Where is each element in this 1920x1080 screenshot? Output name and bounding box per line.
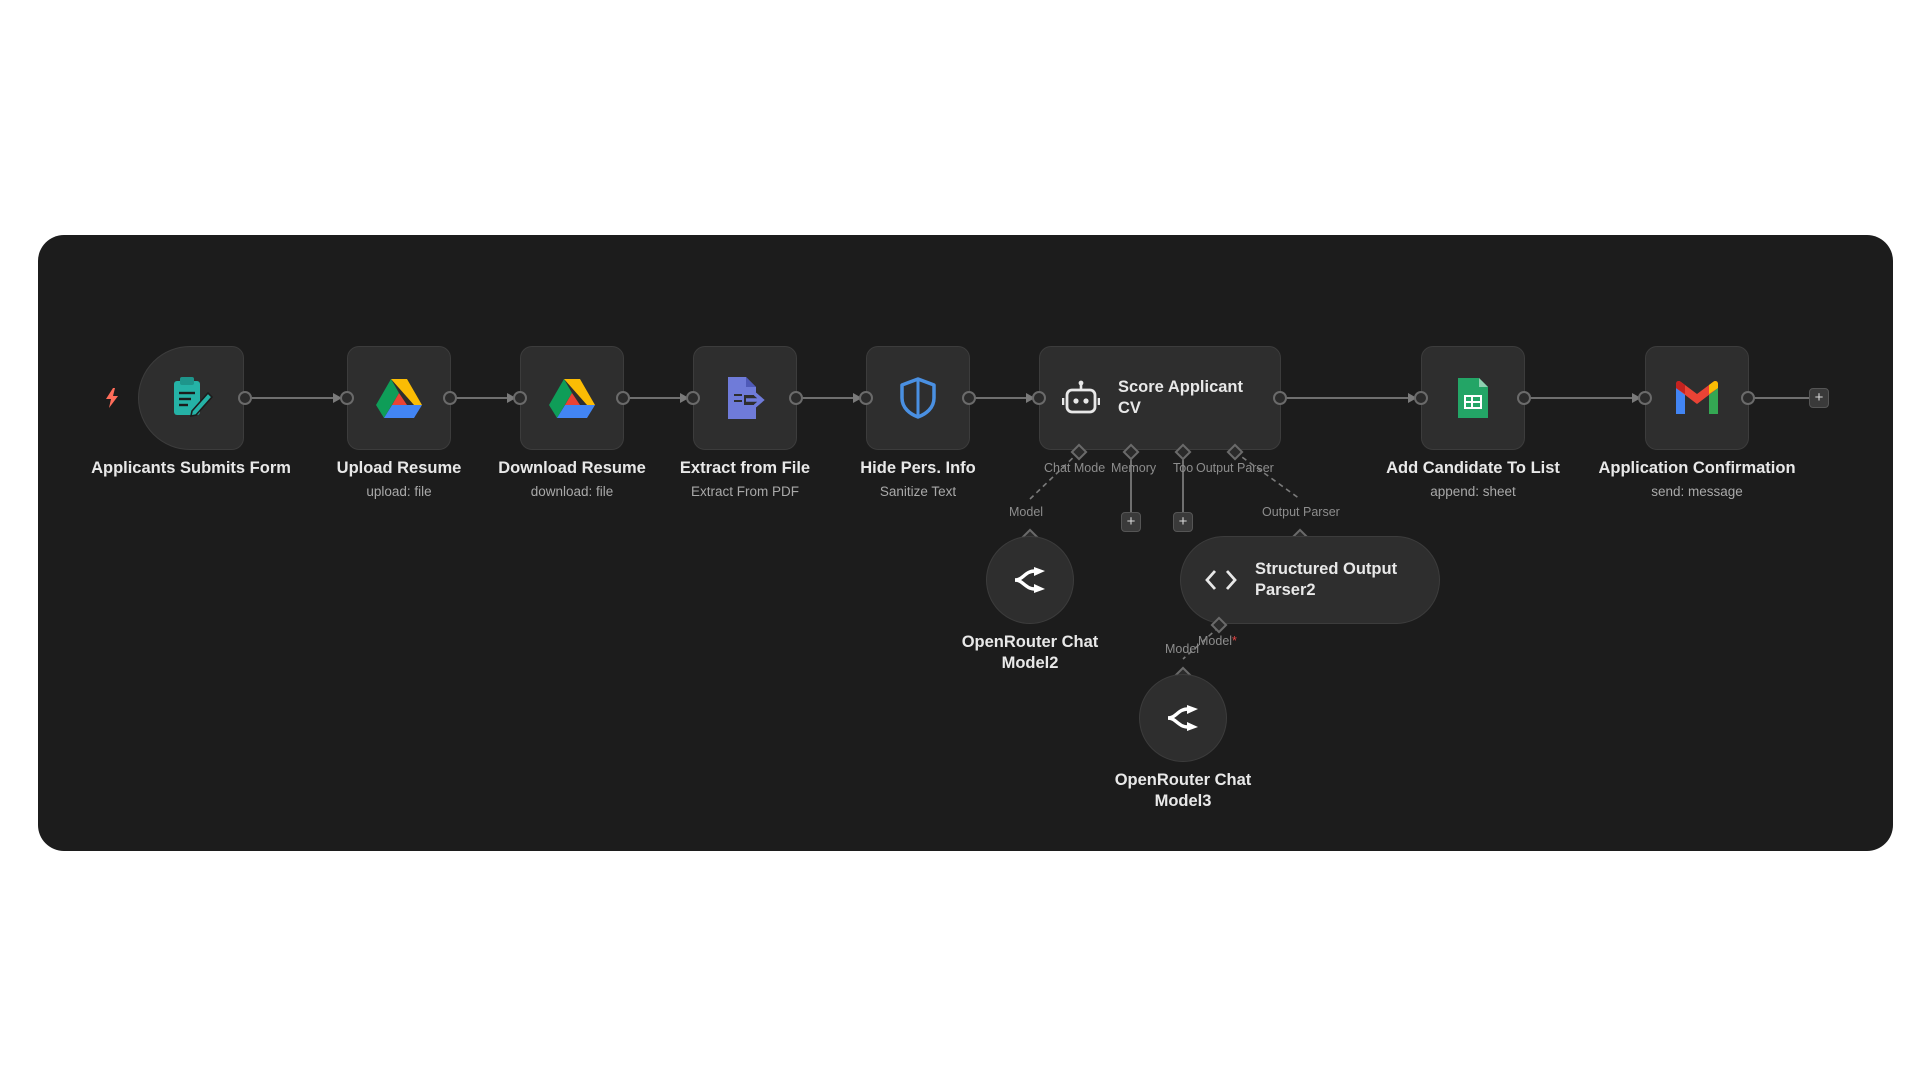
node-subtitle: download: file [530, 484, 614, 499]
node-title: Applicants Submits Form [91, 459, 291, 477]
port-label-tool: Too [1173, 461, 1194, 475]
port-label-output-parser: Output Parser [1196, 461, 1274, 475]
output-port[interactable] [962, 391, 976, 405]
node-title-line: OpenRouter Chat [1114, 771, 1252, 789]
code-icon [1205, 570, 1237, 590]
node-application-confirmation[interactable] [1645, 346, 1749, 450]
node-title-line: OpenRouter Chat [961, 633, 1099, 651]
add-node-button[interactable]: + [1809, 388, 1829, 408]
openrouter-icon [1014, 567, 1045, 593]
node-title: Download Resume [498, 459, 646, 477]
output-port[interactable] [238, 391, 252, 405]
input-port[interactable] [1414, 391, 1428, 405]
google-sheets-icon [1458, 378, 1488, 418]
google-drive-icon [376, 379, 422, 418]
form-icon [174, 377, 214, 418]
node-extract-from-file[interactable] [693, 346, 797, 450]
input-port[interactable] [1032, 391, 1046, 405]
node-title: OpenRouter Chat Model3 [1115, 770, 1252, 812]
node-title: Upload Resume [336, 459, 462, 477]
port-label-model: Model [1009, 505, 1044, 519]
input-port[interactable] [1638, 391, 1652, 405]
workflow-canvas[interactable]: Applicants Submits Form Upload Resume up… [38, 235, 1893, 851]
node-subtitle: Sanitize Text [879, 484, 957, 499]
node-title: Add Candidate To List [1386, 459, 1560, 477]
node-structured-output-parser2[interactable]: Structured Output Parser2 [1180, 536, 1440, 624]
node-subtitle: Extract From PDF [690, 484, 800, 499]
robot-icon [1062, 380, 1100, 414]
gmail-icon [1676, 380, 1718, 414]
node-title-line: Model2 [1001, 654, 1059, 672]
node-title: Hide Pers. Info [860, 459, 976, 477]
port-label-chat-model: Chat Mode [1044, 461, 1106, 475]
output-port[interactable] [616, 391, 630, 405]
node-title-line: Structured Output [1255, 560, 1398, 578]
add-tool-button[interactable]: + [1173, 512, 1193, 532]
input-port[interactable] [513, 391, 527, 405]
node-subtitle: upload: file [366, 484, 432, 499]
port-label-text: Model [1198, 634, 1233, 648]
node-title-line: Score Applicant [1118, 378, 1243, 396]
output-port[interactable] [1741, 391, 1755, 405]
input-port[interactable] [686, 391, 700, 405]
shield-icon [900, 377, 936, 419]
node-hide-pers-info[interactable] [866, 346, 970, 450]
node-title-line: Model3 [1154, 792, 1212, 810]
openrouter-icon [1167, 705, 1198, 731]
node-title: Application Confirmation [1598, 459, 1796, 477]
input-port[interactable] [859, 391, 873, 405]
extract-file-icon [728, 377, 765, 419]
output-port[interactable] [443, 391, 457, 405]
node-download-resume[interactable] [520, 346, 624, 450]
port-label-output-parser-target: Output Parser [1262, 505, 1340, 519]
google-drive-icon [549, 379, 595, 418]
node-openrouter-chat-model2[interactable] [986, 536, 1074, 624]
required-mark: * [1232, 634, 1237, 648]
port-label-memory: Memory [1111, 461, 1157, 475]
node-applicants-submits-form[interactable] [138, 346, 244, 450]
add-memory-button[interactable]: + [1121, 512, 1141, 532]
connection-lines [245, 393, 1809, 660]
output-port[interactable] [789, 391, 803, 405]
node-score-applicant-cv[interactable]: Score Applicant CV [1039, 346, 1281, 450]
node-title-line: Parser2 [1255, 581, 1316, 599]
port-label-parser-model: Model* [1198, 634, 1237, 648]
node-title-line: CV [1118, 399, 1141, 417]
output-port[interactable] [1517, 391, 1531, 405]
node-openrouter-chat-model3[interactable] [1139, 674, 1227, 762]
input-port[interactable] [340, 391, 354, 405]
node-title: Score Applicant CV [1118, 377, 1243, 419]
node-add-candidate-to-list[interactable] [1421, 346, 1525, 450]
node-title: Extract from File [679, 459, 811, 477]
port-label-model3: Model [1165, 642, 1200, 656]
trigger-bolt-icon [106, 388, 118, 408]
node-subtitle: append: sheet [1430, 484, 1516, 499]
node-subtitle: send: message [1651, 484, 1743, 499]
output-port[interactable] [1273, 391, 1287, 405]
node-title: OpenRouter Chat Model2 [962, 632, 1099, 674]
node-upload-resume[interactable] [347, 346, 451, 450]
node-title: Structured Output Parser2 [1255, 559, 1397, 601]
